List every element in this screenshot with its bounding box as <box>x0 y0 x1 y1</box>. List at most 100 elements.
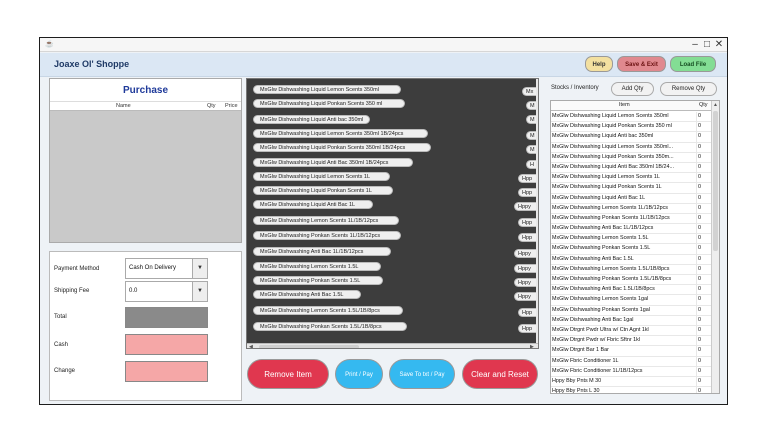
scroll-right-icon[interactable]: ▶ <box>530 344 534 348</box>
stock-item-name: MxGlw Dishwashing Liquid Anti Bac 350ml … <box>552 163 674 170</box>
chevron-down-icon[interactable]: ▼ <box>192 259 207 278</box>
item-pill[interactable]: Hppy <box>514 264 536 273</box>
help-button[interactable]: Help <box>585 56 613 72</box>
item-pill[interactable]: Hpp <box>518 233 536 242</box>
stock-item-name: MxGlw Dishwashing Anti Bac 1.5L/1B/8pcs <box>552 286 655 293</box>
table-row[interactable]: MxGlw Dishwashing Lemon Scents 1L/1B/12p… <box>551 203 711 214</box>
item-pill[interactable]: Hppy <box>514 202 536 211</box>
item-pill[interactable]: MxGlw Dishwashing Lemon Scents 1L/1B/12p… <box>253 216 399 225</box>
column-item[interactable]: Item <box>619 102 630 108</box>
item-pill[interactable]: Hpp <box>518 174 536 183</box>
item-pill[interactable]: Hpp <box>518 308 536 317</box>
column-price[interactable]: Price <box>225 103 238 109</box>
item-pill[interactable]: MxGlw Dishwashing Liquid Anti bac 350ml <box>253 115 370 124</box>
item-pill[interactable]: MxGlw Dishwashing Liquid Anti Bac 1L <box>253 200 373 209</box>
maximize-icon[interactable]: □ <box>702 39 712 50</box>
item-pill[interactable]: M <box>526 115 536 124</box>
item-pill[interactable]: M <box>526 101 536 110</box>
table-row[interactable]: MxGlw Dishwashing Lemon Scents 1.5L 0 <box>551 234 711 245</box>
table-row[interactable]: MxGlw Dishwashing Liquid Lemon Scents 1L… <box>551 173 711 184</box>
add-qty-button[interactable]: Add Qty <box>611 82 654 96</box>
scroll-up-icon[interactable]: ▲ <box>713 102 718 108</box>
table-row[interactable]: MxGlw Dishwashing Liquid Lemon Scents 35… <box>551 142 711 153</box>
clear-reset-button[interactable]: Clear and Reset <box>462 359 538 389</box>
item-pill[interactable]: MxGlw Dishwashing Anti Bac 1L/1B/12pcs <box>253 247 391 256</box>
table-row[interactable]: MxGlw Dishwashing Ponkan Scents 1.5L/1B/… <box>551 275 711 286</box>
table-row[interactable]: MxGlw Dishwashing Anti Bac 1.5L/1B/8pcs 0 <box>551 285 711 296</box>
save-exit-button[interactable]: Save & Exit <box>617 56 666 72</box>
table-row[interactable]: MxGlw Dishwashing Lemon Scents 1gal 0 <box>551 295 711 306</box>
table-row[interactable]: MxGlw Dishwashing Liquid Ponkan Scents 1… <box>551 183 711 194</box>
item-pill[interactable]: MxGlw Dishwashing Liquid Ponkan Scents 3… <box>253 143 431 152</box>
table-row[interactable]: MxGlw Dtrgnt Pwdr Ultra w/ Ctn Agnt 1kl 0 <box>551 325 711 337</box>
column-name[interactable]: Name <box>116 103 131 109</box>
remove-item-button[interactable]: Remove Item <box>247 359 329 389</box>
item-pill[interactable]: Hpp <box>518 188 536 197</box>
items-vertical-scrollbar[interactable] <box>536 79 538 343</box>
items-horizontal-scrollbar[interactable]: ◀ ▶ <box>247 343 538 348</box>
item-pill[interactable]: MxGlw Dishwashing Ponkan Scents 1.5L <box>253 276 383 285</box>
minimize-icon[interactable]: ‒ <box>690 39 700 50</box>
table-row[interactable]: MxGlw Fbric Conditioner 1L 0 <box>551 356 711 367</box>
stock-item-name: Hppy Bby Pnts L 30 <box>552 388 600 394</box>
item-pill[interactable]: Hpp <box>518 218 536 227</box>
item-pill[interactable]: MxGlw Dishwashing Lemon Scents 1.5L/1B/8… <box>253 306 403 315</box>
item-pill[interactable]: MxGlw Dishwashing Liquid Lemon Scents 35… <box>253 129 428 138</box>
item-pill[interactable]: MxGlw Dishwashing Anti Bac 1.5L <box>253 290 361 299</box>
cash-input[interactable] <box>125 334 208 355</box>
table-row[interactable]: MxGlw Dishwashing Liquid Ponkan Scents 3… <box>551 152 711 163</box>
column-qty[interactable]: Qty <box>699 102 708 108</box>
item-pill[interactable]: MxGlw Dishwashing Lemon Scents 1.5L <box>253 262 381 271</box>
table-row[interactable]: Hppy Bby Pnts L 30 0 <box>551 387 711 394</box>
table-row[interactable]: Hppy Bby Pnts M 30 0 <box>551 376 711 388</box>
scroll-thumb[interactable] <box>713 111 718 251</box>
item-pill[interactable]: Hppy <box>514 278 536 287</box>
item-pill[interactable]: Mx <box>522 87 536 96</box>
column-qty[interactable]: Qty <box>207 103 216 109</box>
table-row[interactable]: MxGlw Dishwashing Liquid Ponkan Scents 3… <box>551 122 711 133</box>
table-row[interactable]: MxGlw Dishwashing Anti Bac 1gal 0 <box>551 315 711 326</box>
table-row[interactable]: MxGlw Dishwashing Anti Bac 1L/1B/12pcs 0 <box>551 224 711 235</box>
item-pill[interactable]: MxGlw Dishwashing Liquid Anti Bac 350ml … <box>253 158 413 167</box>
shop-name: Joaxe Ol' Shoppe <box>54 59 130 69</box>
item-pill[interactable]: MxGlw Dishwashing Liquid Lemon Scents 35… <box>253 85 401 94</box>
table-row[interactable]: MxGlw Dishwashing Ponkan Scents 1.5L 0 <box>551 244 711 255</box>
item-pill[interactable]: M <box>526 131 536 140</box>
payment-method-select[interactable]: Cash On Delivery ▼ <box>125 258 208 279</box>
save-txt-pay-button[interactable]: Save To txt / Pay <box>389 359 455 389</box>
table-row[interactable]: MxGlw Dishwashing Liquid Anti Bac 1L 0 <box>551 193 711 204</box>
stock-vertical-scrollbar[interactable]: ▲ <box>711 101 719 393</box>
table-row[interactable]: MxGlw Dishwashing Liquid Lemon Scents 35… <box>551 112 711 123</box>
table-row[interactable]: MxGlw Dishwashing Ponkan Scents 1L/1B/12… <box>551 213 711 225</box>
table-row[interactable]: MxGlw Dtrgnt Bar 1 Bar 0 <box>551 346 711 357</box>
item-pill[interactable]: M <box>526 145 536 154</box>
item-pill[interactable]: Hppy <box>514 292 536 301</box>
item-pill[interactable]: MxGlw Dishwashing Liquid Ponkan Scents 1… <box>253 186 393 195</box>
table-row[interactable]: MxGlw Dishwashing Liquid Anti bac 350ml 0 <box>551 132 711 143</box>
stock-item-qty: 0 <box>696 346 710 356</box>
item-pill[interactable]: MxGlw Dishwashing Liquid Lemon Scents 1L <box>253 172 390 181</box>
scroll-left-icon[interactable]: ◀ <box>249 344 253 348</box>
item-pill[interactable]: Hpp <box>518 324 536 333</box>
item-pill[interactable]: H <box>526 160 536 169</box>
table-row[interactable]: MxGlw Dishwashing Anti Bac 1.5L 0 <box>551 254 711 265</box>
item-pill[interactable]: MxGlw Dishwashing Ponkan Scents 1L/1B/12… <box>253 231 401 240</box>
table-row[interactable]: MxGlw Dtrgnt Pwdr w/ Fbric Sftnr 1kl 0 <box>551 336 711 347</box>
shipping-fee-select[interactable]: 0.0 ▼ <box>125 281 208 302</box>
items-panel: MxGlw Dishwashing Liquid Lemon Scents 35… <box>246 78 539 349</box>
chevron-down-icon[interactable]: ▼ <box>192 282 207 301</box>
stock-item-qty: 0 <box>696 376 710 387</box>
item-pill[interactable]: Hppy <box>514 249 536 258</box>
item-pill[interactable]: MxGlw Dishwashing Ponkan Scents 1.5L/1B/… <box>253 322 407 331</box>
table-row[interactable]: MxGlw Dishwashing Ponkan Scents 1gal 0 <box>551 305 711 316</box>
table-row[interactable]: MxGlw Dishwashing Liquid Anti Bac 350ml … <box>551 162 711 174</box>
close-icon[interactable]: ✕ <box>714 39 724 50</box>
purchase-title-bar: Purchase <box>50 79 241 101</box>
item-pill[interactable]: MxGlw Dishwashing Liquid Ponkan Scents 3… <box>253 99 405 108</box>
load-file-button[interactable]: Load File <box>670 56 716 72</box>
table-row[interactable]: MxGlw Dishwashing Lemon Scents 1.5L/1B/8… <box>551 264 711 275</box>
remove-qty-button[interactable]: Remove Qty <box>660 82 717 96</box>
table-row[interactable]: MxGlw Fbric Conditioner 1L/1B/12pcs 0 <box>551 366 711 377</box>
scroll-thumb[interactable] <box>259 345 359 348</box>
print-pay-button[interactable]: Print / Pay <box>335 359 383 389</box>
